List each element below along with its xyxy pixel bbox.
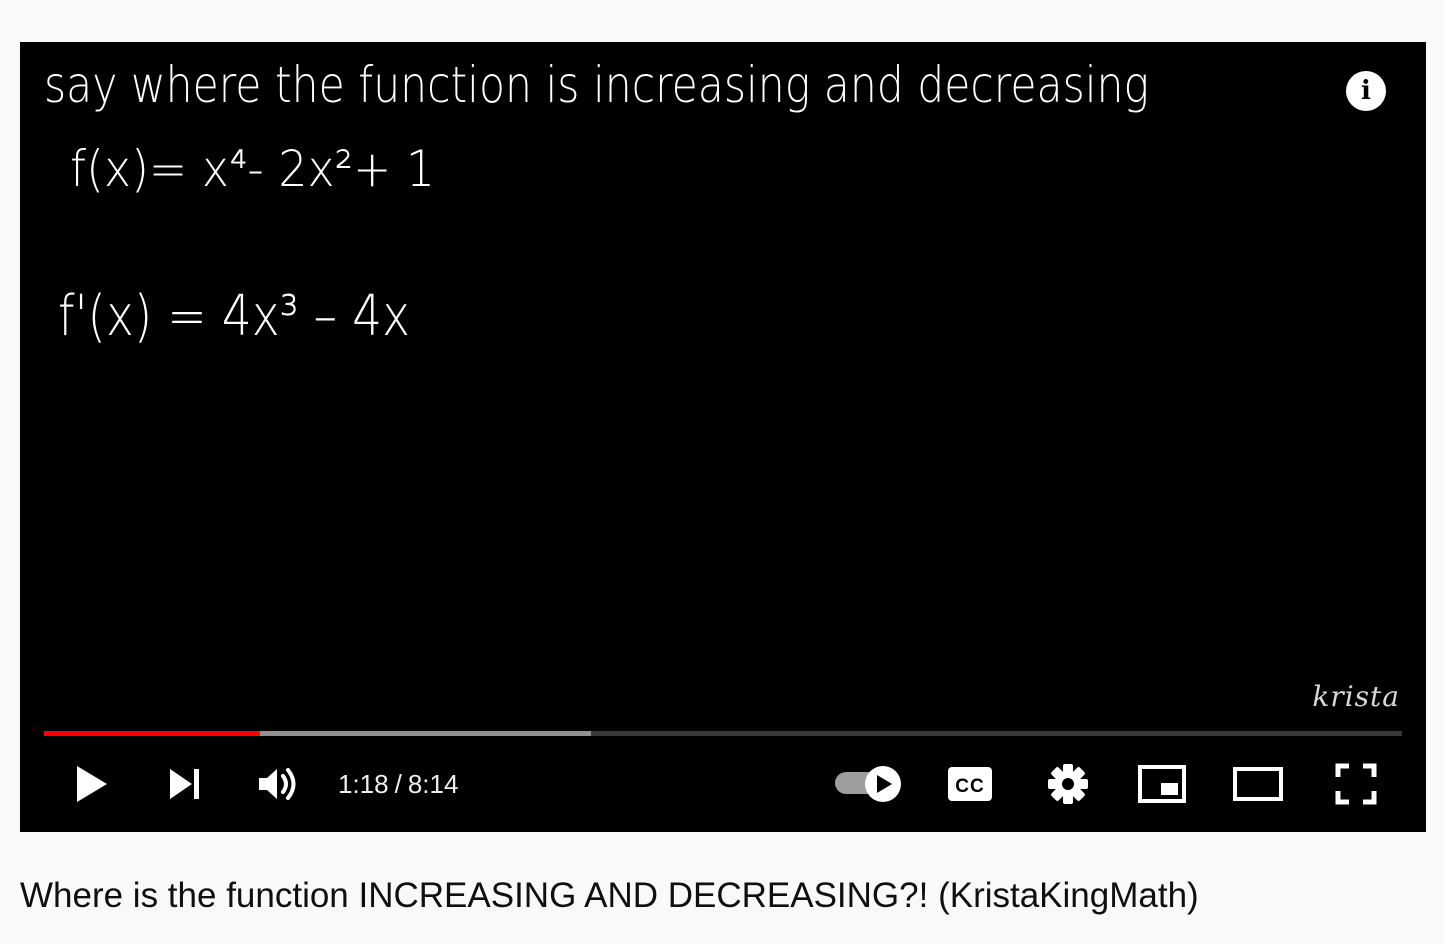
theater-mode-button[interactable]: [1228, 754, 1288, 814]
info-button[interactable]: i: [1346, 71, 1386, 111]
volume-icon: [259, 768, 296, 800]
fullscreen-icon: [1335, 763, 1377, 805]
board-line-derivative: f'(x) = 4x³ – 4x: [58, 284, 410, 349]
captions-label: CC: [955, 776, 984, 797]
board-line-function: f(x)= x⁴- 2x²+ 1: [70, 140, 435, 198]
gear-icon: [1048, 764, 1088, 804]
settings-button[interactable]: [1040, 754, 1096, 814]
channel-watermark: krista: [1312, 680, 1400, 713]
fullscreen-button[interactable]: [1328, 754, 1384, 814]
video-frame[interactable]: say where the function is increasing and…: [20, 42, 1426, 742]
progress-played: [44, 731, 260, 736]
time-separator: /: [394, 768, 402, 799]
video-player[interactable]: say where the function is increasing and…: [20, 42, 1426, 832]
next-icon: [170, 769, 199, 799]
progress-bar[interactable]: [44, 731, 1402, 736]
captions-button[interactable]: CC: [942, 754, 998, 814]
player-controls: 1:18 / 8:14 CC: [20, 754, 1426, 814]
miniplayer-icon: [1138, 765, 1186, 803]
play-icon: [77, 766, 107, 802]
current-time: 1:18: [338, 768, 389, 799]
volume-button[interactable]: [254, 754, 304, 814]
captions-icon: CC: [948, 767, 992, 801]
next-button[interactable]: [160, 754, 210, 814]
miniplayer-button[interactable]: [1134, 754, 1190, 814]
chalkboard: say where the function is increasing and…: [44, 56, 1149, 349]
autoplay-toggle[interactable]: [832, 754, 906, 814]
autoplay-icon: [835, 766, 901, 802]
play-button[interactable]: [66, 754, 116, 814]
theater-mode-icon: [1233, 767, 1283, 801]
info-icon: i: [1361, 76, 1371, 106]
board-line-problem: say where the function is increasing and…: [44, 56, 1149, 114]
video-title: Where is the function INCREASING AND DEC…: [20, 876, 1199, 915]
time-display: 1:18 / 8:14: [338, 754, 458, 814]
duration: 8:14: [407, 768, 459, 799]
